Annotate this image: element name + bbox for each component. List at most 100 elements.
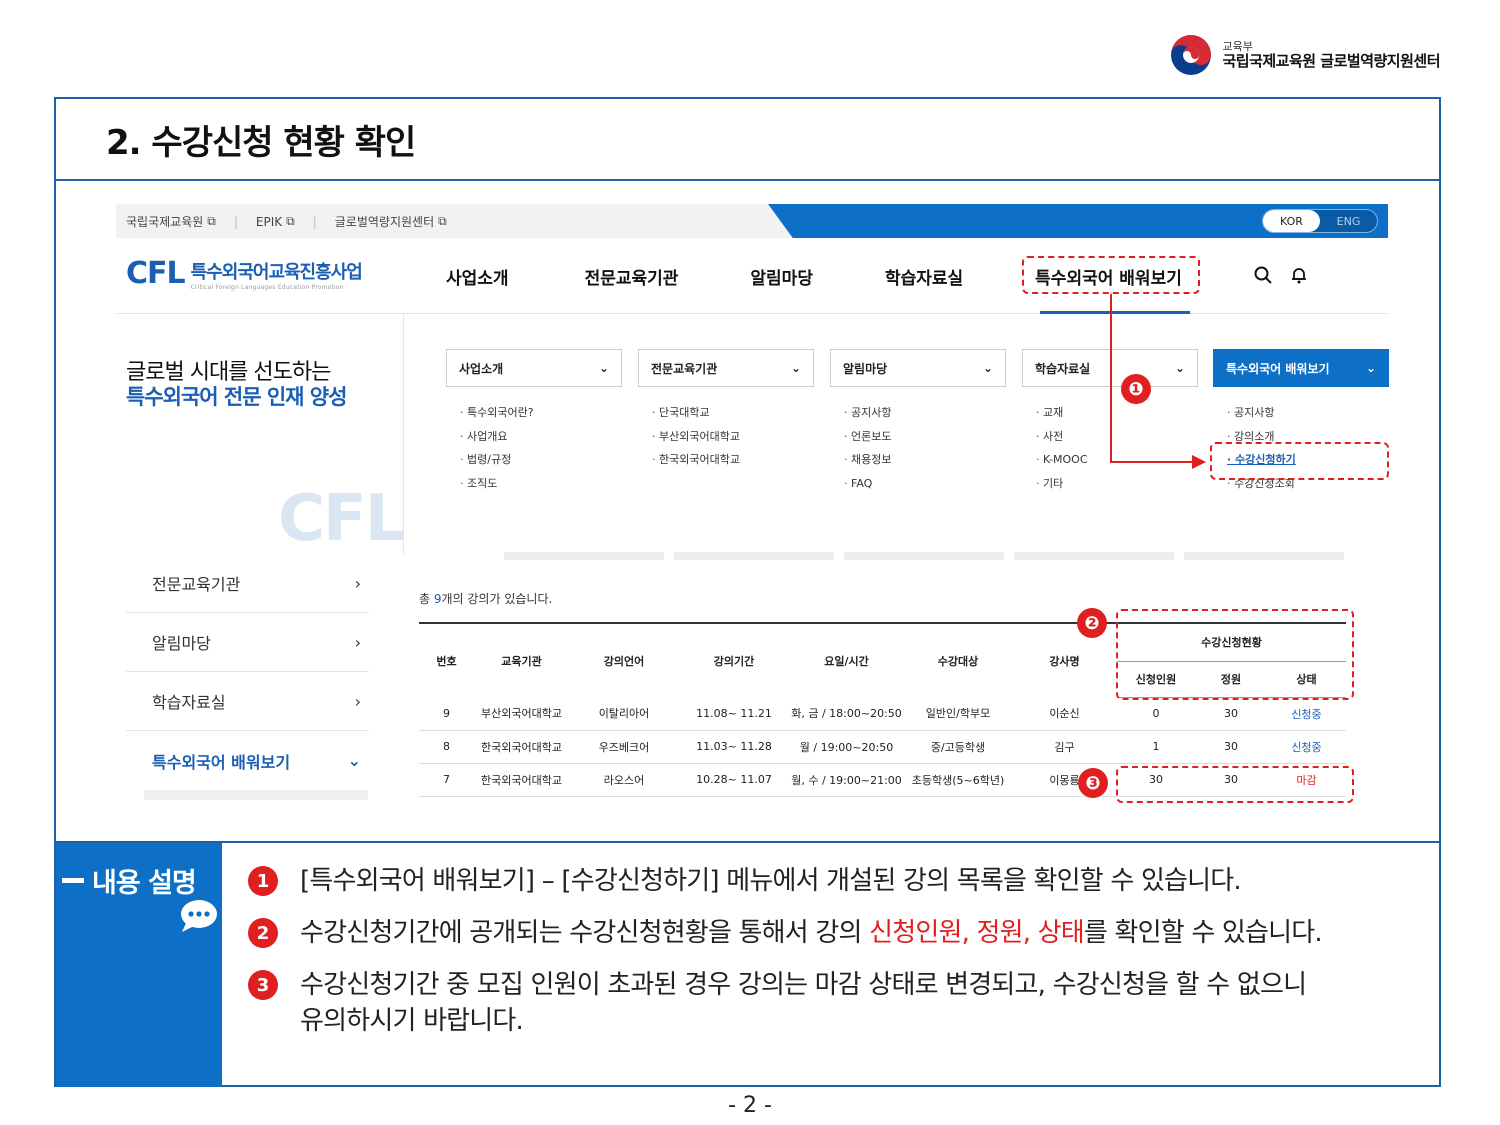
- mega-col-institutions: 전문교육기관⌄ 단국대학교 부산외국어대학교 한국외국어대학교: [638, 349, 814, 472]
- cell-period: 11.03~ 11.28: [679, 730, 789, 764]
- gnb-item-institutions[interactable]: 전문교육기관: [585, 264, 679, 289]
- mega-item[interactable]: 교재: [1036, 401, 1198, 425]
- chevron-right-icon: ›: [354, 632, 361, 652]
- page-number: - 2 -: [728, 1093, 772, 1118]
- point-text: [특수외국어 배워보기] – [수강신청하기] 메뉴에서 개설된 강의 목록을 …: [300, 866, 1242, 896]
- col-header: 교육기관: [474, 622, 569, 697]
- col-header: 요일/시간: [789, 622, 904, 697]
- cell-period: 11.08~ 11.21: [679, 697, 789, 731]
- point-text: 수강신청기간 중 모집 인원이 초과된 경우 강의는 마감 상태로 변경되고, …: [300, 970, 1307, 1036]
- mega-col-notice: 알림마당⌄ 공지사항 언론보도 채용정보 FAQ: [830, 349, 1006, 495]
- language-toggle[interactable]: KOR ENG: [1262, 209, 1378, 233]
- col-header: 강의기간: [679, 622, 789, 697]
- side-item-resources[interactable]: 학습자료실 ›: [126, 672, 369, 731]
- point-number: 2: [248, 918, 278, 948]
- mega-item[interactable]: FAQ: [844, 472, 1006, 496]
- cell-schedule: 월 / 19:00~20:50: [789, 730, 904, 764]
- cell-schedule: 화, 금 / 18:00~20:50: [789, 697, 904, 731]
- cell-capacity: 30: [1195, 730, 1267, 764]
- filter-bar-stub: [504, 552, 1344, 560]
- highlight-gnb-learn: [1022, 256, 1200, 294]
- title-bar: 2. 수강신청 현황 확인: [56, 99, 1439, 181]
- speech-bubble-icon: [181, 900, 217, 932]
- side-item-learn[interactable]: 특수외국어 배워보기 ⌄: [126, 731, 369, 790]
- lang-eng-button[interactable]: ENG: [1320, 210, 1377, 232]
- util-divider: |: [312, 214, 317, 229]
- mega-item[interactable]: 공지사항: [1227, 401, 1389, 425]
- highlight-status-header: [1116, 609, 1354, 700]
- gnb-item-about[interactable]: 사업소개: [446, 264, 509, 289]
- mega-item[interactable]: 특수외국어란?: [460, 401, 622, 425]
- cfl-logo-title: 특수외국어교육진흥사업: [190, 262, 363, 283]
- page-title: 2. 수강신청 현황 확인: [106, 122, 416, 163]
- mega-head-learn[interactable]: 특수외국어 배워보기 ⌄: [1213, 349, 1389, 387]
- explanation-point: 3 수강신청기간 중 모집 인원이 초과된 경우 강의는 마감 상태로 변경되고…: [248, 967, 1328, 1039]
- mega-head-about[interactable]: 사업소개 ⌄: [446, 349, 622, 387]
- util-link-global-center[interactable]: 글로벌역량지원센터 ⧉: [335, 213, 447, 230]
- cfl-logo-mark: CFL: [126, 256, 186, 291]
- arrow-head-icon: [1192, 455, 1206, 469]
- mega-item[interactable]: 사업개요: [460, 425, 622, 449]
- hero-line-2: 특수외국어 전문 인재 양성: [126, 385, 347, 409]
- point-number: 3: [248, 970, 278, 1000]
- point-number: 1: [248, 866, 278, 896]
- cell-schedule: 월, 수 / 19:00~21:00: [789, 763, 904, 797]
- gnb-item-resources[interactable]: 학습자료실: [885, 264, 963, 289]
- chevron-down-icon: ⌄: [790, 361, 801, 375]
- mega-item[interactable]: 한국외국어대학교: [652, 448, 814, 472]
- arrow-line-vertical: [1110, 294, 1112, 462]
- cell-language: 라오스어: [569, 763, 679, 797]
- lang-kor-button[interactable]: KOR: [1263, 210, 1320, 232]
- mega-item[interactable]: 법령/규정: [460, 448, 622, 472]
- side-item-notice[interactable]: 알림마당 ›: [126, 613, 369, 672]
- util-link-epik[interactable]: EPIK ⧉: [256, 213, 295, 230]
- cell-institution: 한국외국어대학교: [474, 763, 569, 797]
- mega-item[interactable]: 단국대학교: [652, 401, 814, 425]
- cell-language: 우즈베크어: [569, 730, 679, 764]
- cell-instructor: 이순신: [1012, 697, 1117, 731]
- chevron-down-icon: ⌄: [1365, 361, 1376, 375]
- search-icon[interactable]: [1254, 266, 1272, 284]
- mega-head-institutions[interactable]: 전문교육기관 ⌄: [638, 349, 814, 387]
- mega-item[interactable]: 공지사항: [844, 401, 1006, 425]
- utility-bar: 국립국제교육원 ⧉ | EPIK ⧉ | 글로벌역량지원센터 ⧉ KOR ENG: [116, 204, 1388, 238]
- taegeuk-emblem-icon: [1171, 35, 1212, 75]
- mega-item[interactable]: 언론보도: [844, 425, 1006, 449]
- gnb-item-notice[interactable]: 알림마당: [750, 264, 813, 289]
- chevron-right-icon: ›: [354, 573, 361, 593]
- center-name: 국립국제교육원 글로벌역량지원센터: [1222, 51, 1440, 70]
- external-link-icon: ⧉: [438, 214, 447, 228]
- mega-menu: 사업소개⌄ 특수외국어란? 사업개요 법령/규정 조직도 전문교육기관⌄ 단국대…: [403, 314, 1389, 554]
- col-header: 번호: [419, 622, 474, 697]
- cell-status: 신청중: [1267, 697, 1346, 731]
- cell-target: 초등학생(5~6학년): [904, 763, 1012, 797]
- cell-period: 10.28~ 11.07: [679, 763, 789, 797]
- table-row[interactable]: 8 한국외국어대학교 우즈베크어 11.03~ 11.28 월 / 19:00~…: [419, 730, 1346, 764]
- cell-no: 7: [419, 763, 474, 797]
- external-link-icon: ⧉: [207, 214, 216, 228]
- cell-capacity: 30: [1195, 697, 1267, 731]
- cell-institution: 한국외국어대학교: [474, 730, 569, 764]
- mega-item[interactable]: K-MOOC: [1036, 448, 1198, 472]
- mega-item[interactable]: 기타: [1036, 472, 1198, 496]
- cell-no: 9: [419, 697, 474, 731]
- badge-2: ❷: [1077, 608, 1107, 638]
- mega-item[interactable]: 채용정보: [844, 448, 1006, 472]
- col-header: 수강대상: [904, 622, 1012, 697]
- cell-instructor: 김구: [1012, 730, 1117, 764]
- table-row[interactable]: 9 부산외국어대학교 이탈리아어 11.08~ 11.21 화, 금 / 18:…: [419, 697, 1346, 731]
- mega-item[interactable]: 부산외국어대학교: [652, 425, 814, 449]
- mega-item[interactable]: 사전: [1036, 425, 1198, 449]
- mega-head-notice[interactable]: 알림마당 ⌄: [830, 349, 1006, 387]
- cell-applicants: 1: [1117, 730, 1195, 764]
- side-item-institutions[interactable]: 전문교육기관 ›: [126, 554, 369, 613]
- explanation-section: 내용 설명 1 [특수외국어 배워보기] – [수강신청하기] 메뉴에서 개설된…: [56, 841, 1439, 1087]
- util-link-niied[interactable]: 국립국제교육원 ⧉: [126, 213, 216, 230]
- cfl-logo[interactable]: CFL 특수외국어교육진흥사업 Critical Foreign Languag…: [126, 256, 363, 292]
- side-submenu-stub: [144, 790, 368, 800]
- dash-mark: [62, 878, 84, 883]
- bell-icon[interactable]: [1290, 266, 1308, 284]
- lecture-count: 총 9개의 강의가 있습니다.: [419, 592, 553, 606]
- mega-item[interactable]: 조직도: [460, 472, 622, 496]
- cell-target: 일반인/학부모: [904, 697, 1012, 731]
